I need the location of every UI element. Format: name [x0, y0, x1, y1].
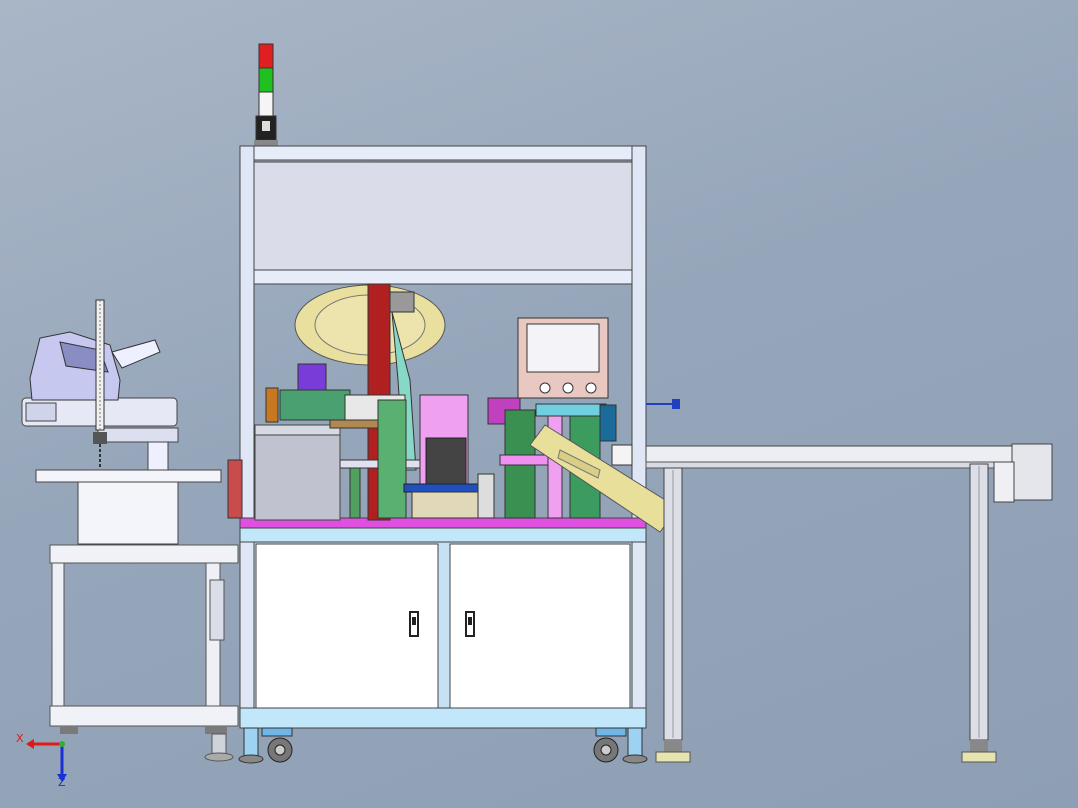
bowl-rim	[254, 424, 341, 436]
press-servo	[425, 437, 467, 485]
x-axis-label: X	[16, 732, 24, 745]
mech-post-b	[377, 399, 407, 519]
mech-block-orange	[265, 387, 279, 423]
mech-bracket-pink	[499, 454, 551, 466]
door-lock-left	[412, 617, 416, 625]
cabinet-door-right[interactable]	[449, 543, 631, 709]
machine-drawing	[21, 43, 1053, 782]
frame-top-beam	[239, 145, 647, 161]
mech-sensor	[611, 444, 633, 466]
robot-arm-joint	[25, 402, 57, 422]
stack-light-icon	[254, 43, 278, 146]
robot-table-bracket	[209, 579, 225, 641]
frame-post-left	[239, 145, 255, 729]
conveyor	[645, 443, 1053, 763]
press-base-blue	[403, 483, 485, 493]
x-axis-head	[26, 739, 34, 749]
lamp-mount	[254, 140, 278, 146]
axis-origin	[59, 741, 65, 747]
top-cover-panel	[253, 161, 633, 271]
hmi-button-3[interactable]	[585, 382, 597, 394]
door-lock-right	[468, 617, 472, 625]
conveyor-gearbox	[993, 461, 1015, 503]
hmi-button-2[interactable]	[562, 382, 574, 394]
conveyor-foot-left-screw	[664, 740, 682, 752]
conveyor-belt	[645, 445, 1019, 463]
robot-pedestal	[77, 481, 179, 545]
mech-rail-cyan	[535, 403, 607, 417]
conveyor-foot-left	[655, 751, 691, 763]
vibration-bowl	[254, 424, 341, 521]
robot-base-plate	[35, 469, 222, 483]
conveyor-rail	[645, 461, 1019, 469]
frame-post-right	[631, 145, 647, 729]
lamp-base-window	[262, 121, 270, 131]
robot-foot-right	[205, 726, 227, 734]
robot-table-bottom-rail	[49, 705, 239, 727]
mech-block-green	[279, 389, 351, 421]
caster-right	[593, 727, 648, 764]
robot-head-cover	[111, 339, 161, 369]
press-side-guard	[477, 473, 495, 519]
air-fitting	[672, 399, 680, 409]
frame-deck-beam	[239, 527, 647, 543]
frame-mid-beam	[253, 269, 633, 285]
conveyor-foot-right	[961, 751, 997, 763]
robot-gripper	[93, 432, 107, 444]
lamp-red	[258, 43, 274, 69]
hmi-panel-icon[interactable]	[517, 317, 609, 399]
conveyor-foot-right-screw	[970, 740, 988, 752]
frame-bottom-beam	[239, 707, 647, 729]
robot-column	[147, 439, 169, 471]
hmi-button-1[interactable]	[539, 382, 551, 394]
z-axis-label: Z	[58, 776, 66, 789]
robot-foot-pad	[204, 752, 234, 762]
robot-station	[21, 299, 239, 762]
robot-foot-left	[60, 726, 78, 734]
feeder-bracket	[389, 291, 415, 313]
internal-mechanisms	[227, 283, 680, 533]
robot-table-top	[49, 544, 239, 564]
caster-left	[238, 727, 293, 764]
lamp-green	[258, 67, 274, 93]
conveyor-motor	[1011, 443, 1053, 501]
lamp-white	[258, 91, 274, 117]
mech-purple-cylinder	[297, 363, 327, 391]
cad-viewport: X Z	[0, 0, 1078, 808]
robot-arm-lower	[97, 427, 179, 443]
hmi-screen[interactable]	[526, 323, 600, 373]
bowl-controller	[227, 459, 243, 519]
mech-cylinder-blue	[599, 404, 617, 442]
robot-table-leg-left	[51, 562, 65, 726]
mech-post-a	[349, 467, 361, 519]
